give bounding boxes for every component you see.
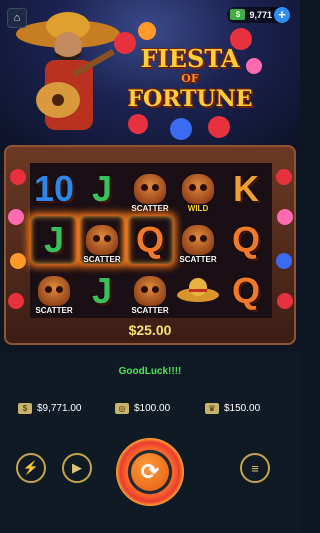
- balance-chip-value: 9,771: [249, 10, 272, 20]
- symbol-q: Q: [231, 270, 260, 311]
- symbol-label: SCATTER: [83, 255, 121, 264]
- game-logo: FIESTA OF FORTUNE: [114, 22, 262, 140]
- win-stat: ♛ $150.00: [205, 398, 260, 418]
- mariachi-character: [16, 12, 120, 130]
- skull-icon: [182, 174, 214, 204]
- skull-icon: [38, 276, 70, 306]
- cash-icon: $: [230, 9, 246, 20]
- reel-cell: WILD: [175, 165, 221, 213]
- balance-value: $9,771.00: [37, 402, 82, 414]
- symbol-j: J: [91, 168, 113, 209]
- skull-icon: [86, 225, 118, 255]
- win-value: $150.00: [224, 402, 261, 414]
- symbol-j: J: [43, 219, 65, 260]
- logo-line-2: OF: [181, 72, 199, 85]
- reel-cell: Q: [223, 216, 269, 264]
- game-banner: FIESTA OF FORTUNE ⌂ $ 9,771 +: [0, 0, 300, 150]
- reel-cell: J: [79, 165, 125, 213]
- symbol-label: WILD: [187, 204, 209, 213]
- symbol-q: Q: [231, 219, 260, 260]
- bet-value: $100.00: [134, 402, 171, 414]
- reel-cell: SCATTER: [175, 216, 221, 264]
- logo-line-3: FORTUNE: [127, 86, 253, 112]
- symbol-10: 10: [33, 168, 75, 209]
- coins-icon: ◎: [115, 402, 129, 414]
- win-amount: $25.00: [128, 322, 172, 338]
- symbol-label: SCATTER: [131, 306, 169, 315]
- reel-cell: SCATTER: [127, 165, 173, 213]
- reel-cell: [175, 267, 221, 315]
- reel-cell: K: [223, 165, 269, 213]
- play-icon[interactable]: ▶: [62, 453, 92, 483]
- logo-line-1: FIESTA: [140, 44, 240, 73]
- skull-icon: [182, 225, 214, 255]
- reel-cell: SCATTER: [79, 216, 125, 264]
- bet-stat[interactable]: ◎ $100.00: [115, 398, 170, 418]
- wallet-icon: $: [18, 402, 32, 414]
- spin-icon[interactable]: ⟳: [131, 453, 169, 491]
- symbol-k: K: [233, 168, 259, 209]
- skull-icon: [134, 174, 166, 204]
- trophy-icon: ♛: [205, 402, 219, 414]
- reel-cell: J: [31, 216, 77, 264]
- reel-cell: Q: [127, 216, 173, 264]
- reel-cell: 10: [31, 165, 77, 213]
- reel-cell: J: [79, 267, 125, 315]
- plus-icon[interactable]: +: [274, 7, 290, 23]
- home-icon[interactable]: ⌂: [7, 8, 27, 28]
- reel-cell: SCATTER: [127, 267, 173, 315]
- symbol-label: SCATTER: [179, 255, 217, 264]
- menu-icon[interactable]: ≡: [240, 453, 270, 483]
- sombrero-icon: [176, 270, 220, 312]
- reel-cell: Q: [223, 267, 269, 315]
- lightning-icon[interactable]: ⚡: [16, 453, 46, 483]
- balance-chip[interactable]: $ 9,771 +: [227, 7, 290, 23]
- status-message: GoodLuck!!!!: [118, 366, 182, 377]
- reel-grid: 10 J SCATTER WILD K J SCATTER Q SCATTER Q SCATTER J…: [30, 163, 272, 318]
- symbol-q: Q: [135, 219, 164, 260]
- skull-icon: [134, 276, 166, 306]
- symbol-label: SCATTER: [131, 204, 169, 213]
- symbol-j: J: [91, 270, 113, 311]
- symbol-label: SCATTER: [35, 306, 73, 315]
- balance-stat: $ $9,771.00: [18, 398, 82, 418]
- reel-cell: SCATTER: [31, 267, 77, 315]
